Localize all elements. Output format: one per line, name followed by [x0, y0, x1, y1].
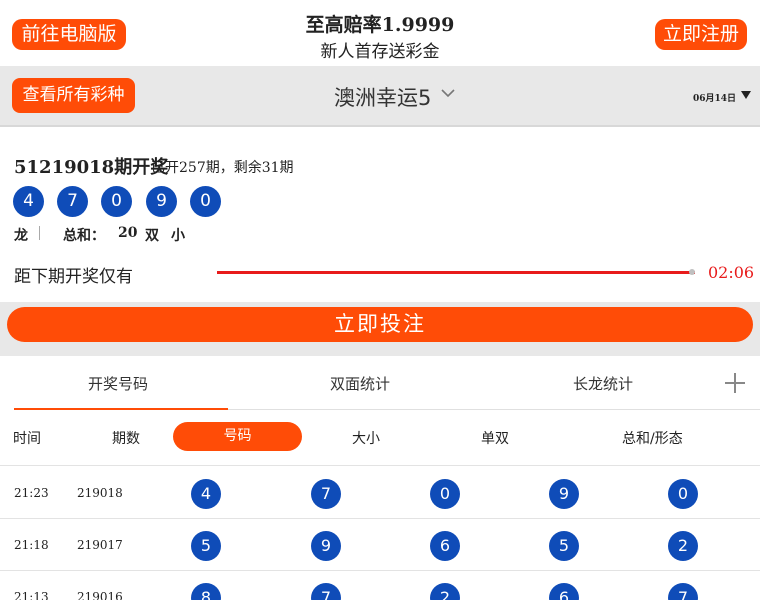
- countdown-progress-bar: [217, 271, 695, 274]
- row-ball: 9: [549, 479, 579, 509]
- result-ball: 0: [190, 186, 221, 217]
- register-button[interactable]: 立即注册: [655, 19, 747, 50]
- result-ball: 7: [57, 186, 88, 217]
- row-ball: 5: [191, 531, 221, 561]
- tab-draw-numbers[interactable]: 开奖号码: [88, 373, 148, 394]
- column-period: 期数: [112, 431, 140, 447]
- row-time: 21:23: [14, 486, 49, 500]
- table-row: 21:18 219017 5 9 6 5 2: [0, 519, 760, 571]
- big-small-result: 小: [171, 228, 185, 244]
- lottery-selector[interactable]: 澳洲幸运5: [334, 82, 431, 112]
- column-time: 时间: [13, 431, 41, 447]
- column-big-small-toggle[interactable]: 大小: [352, 428, 380, 448]
- results-table-header: 时间 期数 号码 大小 单双 总和/形态: [0, 410, 760, 466]
- caret-down-icon[interactable]: [741, 91, 751, 99]
- row-ball: 7: [311, 479, 341, 509]
- row-period: 219017: [77, 538, 123, 552]
- row-ball: 5: [549, 531, 579, 561]
- progress-end-dot: [689, 269, 695, 275]
- latest-draw-panel: 51219018期开奖 已开257期，剩余31期 4 7 0 9 0 龙 总和：…: [0, 137, 760, 302]
- countdown-label: 距下期开奖仅有: [14, 267, 133, 287]
- chevron-down-icon[interactable]: [441, 86, 455, 100]
- result-ball: 0: [101, 186, 132, 217]
- row-ball: 6: [549, 583, 579, 600]
- column-number-toggle[interactable]: 号码: [173, 422, 302, 451]
- countdown-timer: 02:06: [708, 263, 755, 282]
- bet-bar: 立即投注: [0, 302, 760, 356]
- table-row: 21:23 219018 4 7 0 9 0: [0, 467, 760, 519]
- issue-number: 51219018期开奖: [14, 157, 169, 178]
- row-ball: 7: [311, 583, 341, 600]
- odd-even-result: 双: [145, 228, 159, 244]
- column-odd-even-toggle[interactable]: 单双: [481, 428, 509, 448]
- place-bet-button[interactable]: 立即投注: [7, 307, 753, 342]
- sum-label: 总和：: [63, 228, 105, 244]
- issue-progress-info: 已开257期，剩余31期: [151, 160, 294, 176]
- row-time: 21:18: [14, 538, 49, 552]
- row-period: 219016: [77, 590, 123, 600]
- row-ball: 6: [430, 531, 460, 561]
- all-lotteries-button[interactable]: 查看所有彩种: [12, 78, 135, 113]
- row-time: 21:13: [14, 590, 49, 600]
- row-period: 219018: [77, 486, 123, 500]
- date-selector[interactable]: 06月14日: [693, 91, 736, 104]
- result-ball: 4: [13, 186, 44, 217]
- table-row: 21:13 219016 8 7 2 6 7: [0, 571, 760, 600]
- plus-icon[interactable]: [724, 372, 746, 394]
- sum-value: 20: [118, 225, 138, 241]
- row-ball: 2: [430, 583, 460, 600]
- row-ball: 9: [311, 531, 341, 561]
- lottery-bar: 查看所有彩种 澳洲幸运5 06月14日: [0, 66, 760, 127]
- row-ball: 7: [668, 583, 698, 600]
- odds-title: 至高赔率1.9999: [305, 14, 455, 36]
- tab-two-sided-stats[interactable]: 双面统计: [330, 373, 390, 394]
- stats-tabs: 开奖号码 双面统计 长龙统计: [0, 356, 760, 410]
- row-ball: 0: [668, 479, 698, 509]
- promo-text: 新人首存送彩金: [320, 42, 440, 62]
- tab-long-dragon-stats[interactable]: 长龙统计: [573, 373, 633, 394]
- divider: [39, 226, 40, 240]
- row-ball: 2: [668, 531, 698, 561]
- column-sum-form-toggle[interactable]: 总和/形态: [622, 428, 683, 448]
- row-ball: 8: [191, 583, 221, 600]
- row-ball: 0: [430, 479, 460, 509]
- result-ball: 9: [146, 186, 177, 217]
- top-bar: 前往电脑版 至高赔率1.9999 新人首存送彩金 立即注册: [0, 0, 760, 66]
- row-ball: 4: [191, 479, 221, 509]
- dragon-tiger-result: 龙: [14, 228, 28, 244]
